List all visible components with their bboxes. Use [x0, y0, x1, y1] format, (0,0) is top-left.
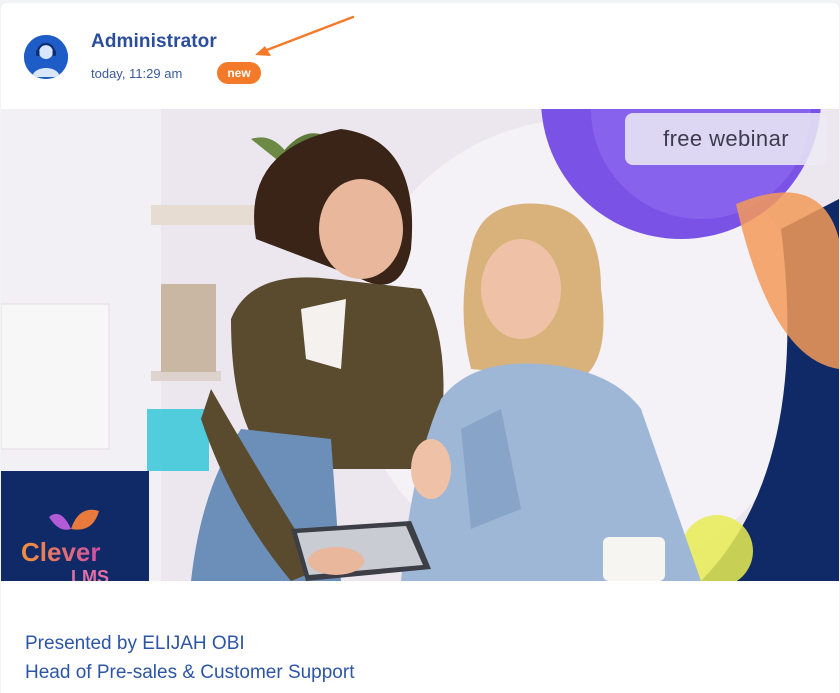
- logo-subtext: LMS: [71, 567, 109, 581]
- presenter-info: Presented by ELIJAH OBI Head of Pre-sale…: [25, 629, 355, 687]
- author-name[interactable]: Administrator: [91, 31, 217, 53]
- free-webinar-label: free webinar: [625, 113, 827, 165]
- logo-text: Clever: [21, 537, 101, 567]
- annotation-arrow-icon: [241, 13, 361, 68]
- webinar-banner-image[interactable]: free webinar Clever LMS: [1, 109, 839, 581]
- presenter-line-1: Presented by ELIJAH OBI: [25, 633, 245, 654]
- presenter-line-2: Head of Pre-sales & Customer Support: [25, 662, 355, 683]
- post-card: Administrator today, 11:29 am new free w…: [1, 3, 839, 693]
- post-timestamp: today, 11:29 am: [91, 66, 183, 81]
- user-avatar-icon[interactable]: [24, 35, 68, 79]
